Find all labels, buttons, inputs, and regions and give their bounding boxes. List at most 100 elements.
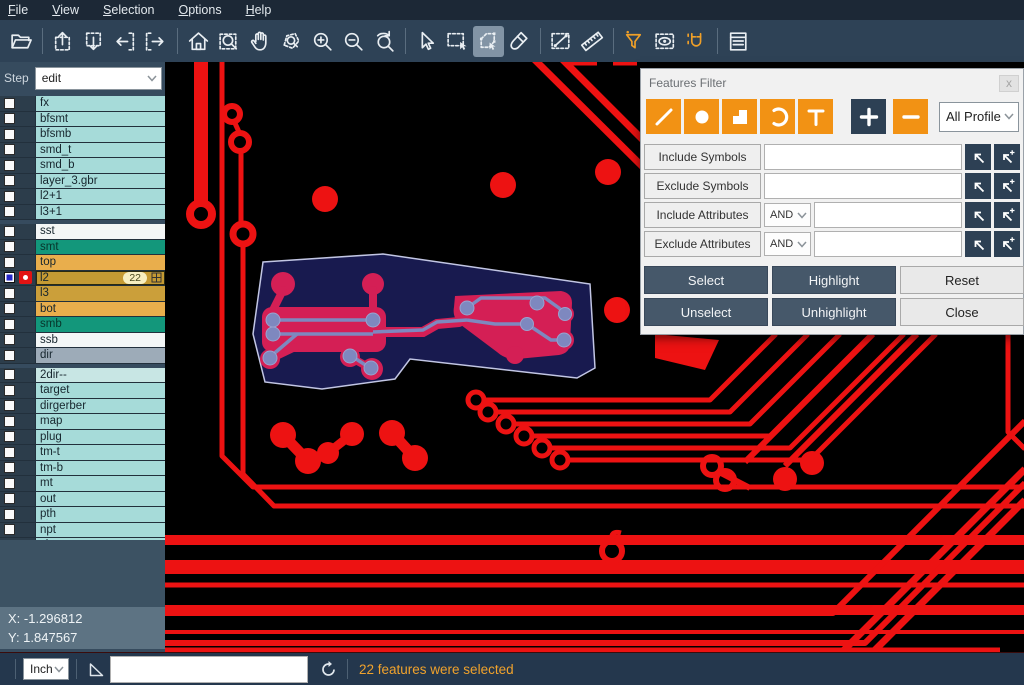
layer-row-smb[interactable]: smb <box>0 317 165 333</box>
include-attributes-input[interactable] <box>814 202 962 228</box>
layer-name[interactable]: l222 <box>35 271 165 286</box>
layer-name[interactable]: dirgerber <box>35 399 165 414</box>
include-symbols-button[interactable]: Include Symbols <box>644 144 761 170</box>
layer-name[interactable]: pth <box>35 507 165 522</box>
step-right-button[interactable] <box>141 26 172 57</box>
layer-name[interactable]: 2dir-- <box>35 368 165 383</box>
exclude-attributes-input[interactable] <box>814 231 962 257</box>
layer-checkbox[interactable] <box>4 160 15 171</box>
layer-row-l2+1[interactable]: l2+1 <box>0 189 165 205</box>
select-arrow-button[interactable] <box>411 26 442 57</box>
layer-row-plug[interactable]: plug <box>0 430 165 446</box>
layer-name[interactable]: bfsmb <box>35 127 165 142</box>
measure-line-button[interactable] <box>546 26 577 57</box>
layer-checkbox[interactable] <box>4 369 15 380</box>
include-attributes-pick-add-button[interactable] <box>994 202 1020 228</box>
unselect-button[interactable]: Unselect <box>644 298 768 326</box>
layer-row-mt[interactable]: mt <box>0 476 165 492</box>
include-symbols-pick-button[interactable] <box>965 144 991 170</box>
layer-name[interactable]: ssb <box>35 333 165 348</box>
layer-row-dir[interactable]: dir <box>0 348 165 364</box>
select-button[interactable]: Select <box>644 266 768 294</box>
layer-name[interactable]: tm-t <box>35 445 165 460</box>
export-up-button[interactable] <box>48 26 79 57</box>
select-rectangle-button[interactable] <box>442 26 473 57</box>
layer-checkbox[interactable] <box>4 288 15 299</box>
include-symbols-pick-add-button[interactable] <box>994 144 1020 170</box>
layer-row-npt[interactable]: npt <box>0 523 165 539</box>
layer-checkbox[interactable] <box>4 226 15 237</box>
layer-name[interactable]: tm-b <box>35 461 165 476</box>
layer-row-bfsmt[interactable]: bfsmt <box>0 112 165 128</box>
layer-row-tm-t[interactable]: tm-t <box>0 445 165 461</box>
layer-checkbox[interactable] <box>4 303 15 314</box>
ruler-button[interactable] <box>577 26 608 57</box>
layer-checkbox[interactable] <box>4 385 15 396</box>
step-left-button[interactable] <box>110 26 141 57</box>
exclude-symbols-pick-add-button[interactable] <box>994 173 1020 199</box>
profile-select[interactable]: All Profile <box>939 102 1019 132</box>
zoom-previous-button[interactable] <box>369 26 400 57</box>
include-attributes-operator-select[interactable]: AND <box>764 203 811 227</box>
layer-name[interactable]: bot <box>35 302 165 317</box>
grid-icon[interactable] <box>151 272 162 283</box>
layer-row-ssb[interactable]: ssb <box>0 333 165 349</box>
layer-row-l3+1[interactable]: l3+1 <box>0 205 165 221</box>
layer-name[interactable]: mt <box>35 476 165 491</box>
layer-row-smd_t[interactable]: smd_t <box>0 143 165 159</box>
exclude-symbols-pick-button[interactable] <box>965 173 991 199</box>
layer-name[interactable]: target <box>35 383 165 398</box>
highlight-button[interactable]: Highlight <box>772 266 896 294</box>
layer-name[interactable]: fx <box>35 96 165 111</box>
layer-name[interactable]: sst <box>35 224 165 239</box>
step-select[interactable]: edit <box>35 67 162 90</box>
close-button[interactable]: Close <box>900 298 1024 326</box>
layer-row-l2[interactable]: l222 <box>0 271 165 287</box>
layer-checkbox[interactable] <box>4 431 15 442</box>
layer-checkbox[interactable] <box>4 129 15 140</box>
arc-feature-button[interactable] <box>760 99 795 134</box>
layer-checkbox[interactable] <box>4 524 15 535</box>
layer-name[interactable]: l3 <box>35 286 165 301</box>
view-eye-button[interactable] <box>650 26 681 57</box>
layer-checkbox[interactable] <box>4 191 15 202</box>
layer-row-bot[interactable]: bot <box>0 302 165 318</box>
layer-name[interactable]: layer_3.gbr <box>35 174 165 189</box>
layer-checkbox[interactable] <box>4 416 15 427</box>
pad-feature-button[interactable] <box>684 99 719 134</box>
unit-select[interactable]: Inch <box>23 658 69 680</box>
command-input[interactable] <box>110 656 308 683</box>
menu-item-view[interactable]: View <box>52 3 79 17</box>
include-symbols-input[interactable] <box>764 144 962 170</box>
line-feature-button[interactable] <box>646 99 681 134</box>
menu-item-help[interactable]: Help <box>246 3 272 17</box>
layer-row-dirgerber[interactable]: dirgerber <box>0 399 165 415</box>
exclude-attributes-pick-add-button[interactable] <box>994 231 1020 257</box>
exclude-symbols-input[interactable] <box>764 173 962 199</box>
layer-name[interactable]: out <box>35 492 165 507</box>
pan-hand-button[interactable] <box>245 26 276 57</box>
layer-name[interactable]: plug <box>35 430 165 445</box>
home-button[interactable] <box>183 26 214 57</box>
reset-button[interactable]: Reset <box>900 266 1024 294</box>
exclude-symbols-button[interactable]: Exclude Symbols <box>644 173 761 199</box>
layer-row-out[interactable]: out <box>0 492 165 508</box>
layer-checkbox[interactable] <box>4 462 15 473</box>
layer-checkbox[interactable] <box>4 509 15 520</box>
layer-checkbox[interactable] <box>4 206 15 217</box>
add-filter-button[interactable] <box>851 99 886 134</box>
zoom-polygon-button[interactable] <box>276 26 307 57</box>
layer-checkbox[interactable] <box>4 400 15 411</box>
layer-row-bfsmb[interactable]: bfsmb <box>0 127 165 143</box>
layer-checkbox[interactable] <box>4 478 15 489</box>
selected-region[interactable] <box>253 254 595 389</box>
unhighlight-button[interactable]: Unhighlight <box>772 298 896 326</box>
exclude-attributes-button[interactable]: Exclude Attributes <box>644 231 761 257</box>
layer-checkbox[interactable] <box>4 493 15 504</box>
layer-name[interactable]: smt <box>35 240 165 255</box>
layer-name[interactable]: smd_b <box>35 158 165 173</box>
exclude-attributes-operator-select[interactable]: AND <box>764 232 811 256</box>
layer-row-fx[interactable]: fx <box>0 96 165 112</box>
layer-row-map[interactable]: map <box>0 414 165 430</box>
layer-checkbox[interactable] <box>4 144 15 155</box>
